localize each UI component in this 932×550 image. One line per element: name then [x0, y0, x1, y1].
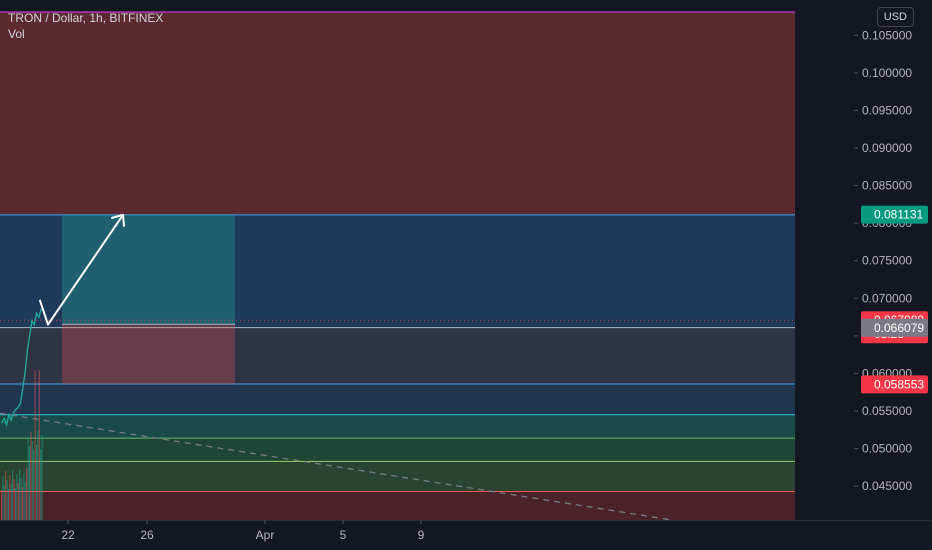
- y-tick-label: 0.045000: [862, 479, 912, 493]
- price-point-10: [24, 372, 26, 375]
- volume-bar-11: [16, 474, 18, 520]
- volume-bar-4: [6, 480, 8, 520]
- volume-bar-17: [24, 482, 26, 520]
- volume-bar-5: [8, 489, 9, 520]
- price-point-2: [5, 423, 8, 426]
- volume-label: Vol: [8, 27, 25, 41]
- chart-legend: TRON / Dollar, 1h, BITFINEX Vol: [8, 10, 163, 42]
- price-point-16: [38, 316, 40, 318]
- zone-band-6: [0, 461, 795, 492]
- price-chart[interactable]: 0.105000 0.100000 0.095000 0.090000 0.085000…: [0, 0, 932, 550]
- volume-bar-7: [10, 484, 12, 520]
- volume-bar-20: [29, 446, 30, 520]
- x-tick-label: 9: [418, 528, 425, 542]
- price-point-8: [19, 402, 22, 405]
- y-tick-label: 0.075000: [862, 254, 912, 268]
- target-price-label: 0.081131: [874, 208, 923, 222]
- volume-bar-12: [17, 483, 19, 520]
- position-stop-zone: [62, 324, 235, 385]
- y-tick-label: 0.055000: [862, 404, 912, 418]
- position-target-zone: [62, 214, 235, 325]
- x-tick-label: 5: [340, 528, 347, 542]
- y-tick-label: 0.090000: [862, 141, 912, 155]
- price-point-3: [8, 413, 10, 416]
- volume-bar-25: [36, 445, 37, 520]
- zone-band-3: [0, 383, 795, 415]
- volume-bar-6: [9, 475, 11, 520]
- price-point-12: [28, 335, 31, 337]
- x-tick-label: 26: [140, 528, 154, 542]
- volume-bar-19: [27, 437, 29, 520]
- price-point-7: [17, 406, 19, 409]
- symbol-title: TRON / Dollar, 1h, BITFINEX: [8, 11, 164, 25]
- volume-bar-29: [41, 435, 43, 520]
- chart-area[interactable]: 0.105000 0.100000 0.095000 0.090000 0.085000…: [0, 0, 932, 550]
- price-point-9: [21, 387, 24, 390]
- price-point-1: [3, 417, 6, 420]
- price-point-15: [35, 312, 38, 315]
- stop-price-label: 0.058553: [874, 377, 924, 391]
- price-point-11: [26, 350, 29, 352]
- y-tick-label: 0.070000: [862, 291, 912, 305]
- volume-bar-21: [30, 432, 32, 520]
- volume-bar-14: [20, 478, 22, 520]
- zone-band-7: [0, 491, 795, 520]
- entry-price-label: 0.066079: [874, 321, 924, 335]
- y-tick-label: 0.085000: [862, 179, 912, 193]
- price-scale-background: [795, 0, 932, 550]
- zone-band-0: [0, 12, 795, 215]
- price-point-0: [1, 421, 3, 424]
- zone-band-4: [0, 414, 795, 439]
- volume-bar-18: [26, 468, 28, 520]
- y-tick-label: 0.095000: [862, 103, 912, 117]
- y-tick-label: 0.105000: [862, 28, 912, 42]
- volume-bar-26: [37, 431, 39, 520]
- price-point-6: [15, 408, 17, 411]
- volume-bar-16: [23, 473, 25, 520]
- price-point-5: [12, 411, 15, 414]
- currency-button[interactable]: USD: [876, 7, 914, 27]
- y-tick-label: 0.100000: [862, 66, 912, 80]
- time-scale-background: [0, 520, 795, 550]
- volume-bar-28: [40, 449, 42, 520]
- x-tick-label: 22: [61, 528, 75, 542]
- volume-bar-2: [3, 485, 5, 520]
- volume-bar-10: [15, 488, 16, 520]
- zone-band-5: [0, 438, 795, 462]
- volume-bar-22: [31, 441, 33, 520]
- x-tick-label: Apr: [256, 528, 275, 542]
- volume-bar-23: [33, 450, 35, 520]
- y-tick-label: 0.050000: [862, 442, 912, 456]
- volume-bar-8: [12, 470, 14, 520]
- price-point-14: [33, 323, 35, 326]
- volume-bar-9: [13, 479, 15, 520]
- volume-bar-27: [38, 370, 40, 520]
- volume-bar-0: [1, 490, 2, 520]
- volume-bar-13: [19, 469, 21, 520]
- volume-bar-15: [22, 487, 23, 520]
- volume-bar-3: [5, 471, 7, 520]
- volume-bar-24: [34, 370, 36, 520]
- volume-bar-1: [2, 476, 4, 520]
- price-point-4: [10, 419, 12, 421]
- price-point-17: [40, 308, 42, 311]
